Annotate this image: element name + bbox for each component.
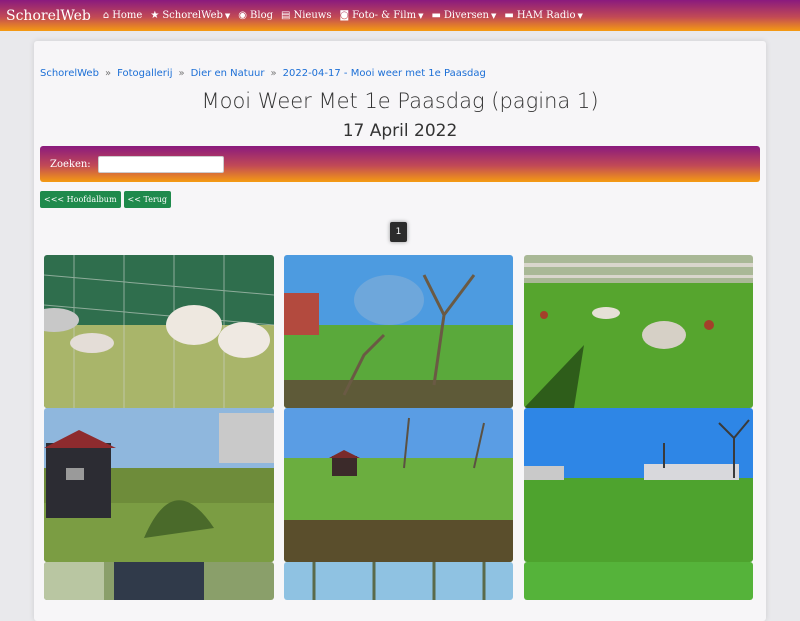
album-buttons: <<< Hoofdalbum << Terug [40,191,174,208]
caret-down-icon: ▼ [418,11,424,20]
nav-item-ham-radio[interactable]: ▬ HAM Radio ▼ [504,10,583,21]
nav-item-blog[interactable]: ◉ Blog [238,10,273,21]
photo-thumbnail[interactable] [44,255,274,408]
breadcrumb-item[interactable]: 2022-04-17 - Mooi weer met 1e Paasdag [283,68,486,79]
navbar-brand[interactable]: SchorelWeb [6,8,91,24]
page-date: 17 April 2022 [342,121,458,141]
photo-thumbnail[interactable] [524,408,753,562]
nav-item-label: Blog [250,10,273,21]
folder-icon: ▬ [504,10,514,21]
nav-item-label: SchorelWeb [162,10,223,21]
nav-item-label: HAM Radio [516,10,576,21]
breadcrumb-separator: » [270,68,277,79]
newspaper-icon: ▤ [281,10,291,21]
nav-item-schorelweb[interactable]: ★ SchorelWeb ▼ [150,10,230,21]
nav-item-label: Foto- & Film [352,10,417,21]
folder-icon: ▬ [431,10,441,21]
photo-thumbnail[interactable] [284,408,513,562]
photo-thumbnail[interactable] [44,408,274,562]
breadcrumb-separator: » [104,68,112,79]
star-icon: ★ [150,10,160,21]
pagination-page-1[interactable]: 1 [390,222,407,242]
breadcrumb: SchorelWeb » Fotogallerij » Dier en Natuur » 2… [40,68,486,79]
navbar: SchorelWeb ⌂ Home ★ SchorelWeb ▼ ◉ Blog … [0,0,800,31]
search-input[interactable] [97,155,224,173]
nav-item-label: Nieuws [293,10,332,21]
caret-down-icon: ▼ [490,11,497,20]
caret-down-icon: ▼ [577,11,583,20]
rss-icon: ◉ [238,10,248,21]
camera-icon: ◙ [339,10,350,21]
nav-item-label: Home [112,10,143,21]
nav-item-foto-film[interactable]: ◙ Foto- & Film ▼ [339,10,423,21]
home-icon: ⌂ [102,10,110,21]
photo-thumbnail[interactable] [524,255,753,408]
caret-down-icon: ▼ [224,11,231,20]
nav-item-diversen[interactable]: ▬ Diversen ▼ [431,10,496,21]
back-button[interactable]: << Terug [123,191,172,208]
breadcrumb-item[interactable]: Dier en Natuur [191,68,265,79]
nav-item-label: Diversen [443,10,489,21]
nav-item-home[interactable]: ⌂ Home [103,10,143,21]
breadcrumb-separator: » [178,68,185,79]
breadcrumb-item[interactable]: SchorelWeb [40,68,99,79]
breadcrumb-item[interactable]: Fotogallerij [117,68,172,79]
search-bar: Zoeken: [40,146,760,182]
photo-thumbnail[interactable] [44,562,274,600]
photo-thumbnail[interactable] [284,255,513,408]
photo-thumbnail[interactable] [284,562,513,600]
nav-item-nieuws[interactable]: ▤ Nieuws [281,10,331,21]
page-title: Mooi Weer Met 1e Paasdag (pagina 1) [201,89,599,113]
photo-thumbnail[interactable] [524,562,753,600]
main-album-button[interactable]: <<< Hoofdalbum [40,191,121,208]
search-label: Zoeken: [50,158,91,170]
